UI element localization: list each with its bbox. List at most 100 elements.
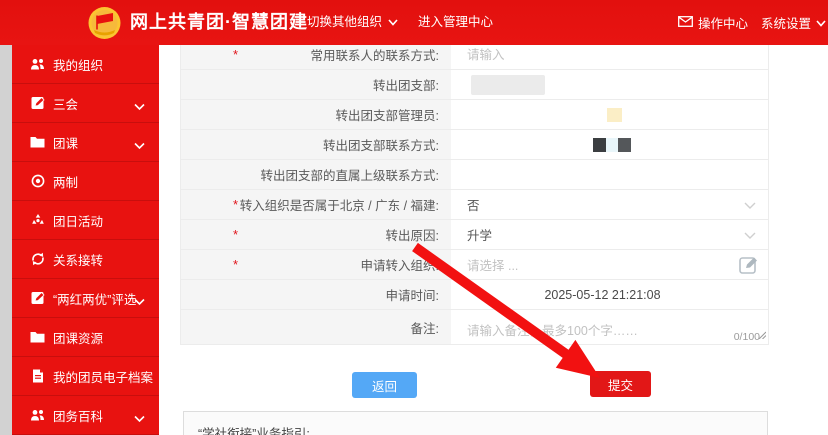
field-label-text: 转出原因: (386, 225, 439, 244)
chevron-down-icon (134, 293, 145, 311)
sidebar-item-class-resources[interactable]: 团课资源 (12, 318, 159, 357)
league-emblem-logo (84, 2, 125, 43)
sidebar-menu: 我的组织 三会 团课 两制 团日活动 关系接转 “两红两优”评选 (12, 45, 159, 435)
form-row-target-region: * 转入组织是否属于北京 / 广东 / 福建: 否 (181, 190, 768, 220)
business-guide-panel: “学社衔接”业务指引: (183, 411, 768, 435)
folder-icon (30, 330, 45, 345)
form-row-out-reason: * 转出原因: 升学 (181, 220, 768, 250)
guide-title: “学社衔接”业务指引: (198, 423, 753, 435)
compose-icon (30, 96, 45, 111)
enter-admin-label: 进入管理中心 (418, 15, 493, 29)
sidebar-item-relation-transfer[interactable]: 关系接转 (12, 240, 159, 279)
form-row-out-branch: 转出团支部: (181, 70, 768, 100)
chevron-down-icon (388, 0, 398, 45)
field-label: * 转出原因: (181, 220, 451, 249)
sidebar-item-label: 我的组织 (53, 55, 103, 74)
sidebar-item-label: 三会 (53, 94, 78, 113)
sidebar-item-member-archive[interactable]: 我的团员电子档案 (12, 357, 159, 396)
required-marker: * (233, 197, 238, 212)
resize-grip-icon[interactable] (758, 328, 766, 342)
recycle-icon (30, 213, 45, 228)
sidebar-item-three-meetings[interactable]: 三会 (12, 84, 159, 123)
switch-org-menu[interactable]: 切换其他组织 (307, 0, 398, 45)
field-label-text: 备注: (411, 318, 439, 337)
compose-icon (30, 291, 45, 306)
field-label-text: 申请转入组织: (361, 255, 439, 274)
users-icon (30, 408, 45, 423)
back-button[interactable]: 返回 (352, 372, 417, 398)
app-window: 网上共青团·智慧团建 切换其他组织 进入管理中心 操作中心 系统设置 帮助 (0, 0, 828, 435)
field-label: * 申请转入组织: (181, 250, 451, 279)
redacted-value-block (593, 138, 631, 152)
sidebar-item-label: 团课 (53, 133, 78, 152)
remark-textarea[interactable] (467, 314, 744, 340)
sidebar-item-league-day-activity[interactable]: 团日活动 (12, 201, 159, 240)
field-label-text: 转出团支部的直属上级联系方式: (261, 165, 439, 184)
form-row-remark: 备注: 0/100 (181, 310, 768, 344)
left-edge-strip (0, 45, 12, 435)
mail-icon (678, 16, 693, 30)
target-region-select[interactable]: 否 (451, 190, 768, 219)
sidebar-item-label: 团日活动 (53, 211, 103, 230)
form-row-apply-time: 申请时间: 2025-05-12 21:21:08 (181, 280, 768, 310)
switch-org-label: 切换其他组织 (307, 15, 382, 29)
enter-admin-link[interactable]: 进入管理中心 (418, 0, 493, 45)
sidebar-item-my-organization[interactable]: 我的组织 (12, 45, 159, 84)
users-icon (30, 57, 45, 72)
system-settings-label: 系统设置 (761, 13, 811, 32)
field-label: 转出团支部管理员: (181, 100, 451, 129)
required-marker: * (233, 227, 238, 242)
edit-icon[interactable] (738, 254, 760, 276)
sidebar-item-label: 关系接转 (53, 250, 103, 269)
field-label: 备注: (181, 310, 451, 344)
action-center-label: 操作中心 (698, 13, 748, 32)
chevron-down-icon (134, 410, 145, 428)
chevron-down-icon (744, 229, 756, 243)
field-label-text: 转出团支部管理员: (336, 105, 439, 124)
system-settings-menu[interactable]: 系统设置 (761, 13, 826, 32)
selected-value: 升学 (467, 225, 492, 244)
char-counter: 0/100 (734, 331, 760, 343)
field-label-text: 申请时间: (386, 285, 439, 304)
field-label: * 转入组织是否属于北京 / 广东 / 福建: (181, 190, 451, 219)
transfer-icon (30, 252, 45, 267)
chevron-down-icon (134, 98, 145, 116)
field-label-text: 转出团支部: (373, 75, 439, 94)
form-row-out-contact: 转出团支部联系方式: (181, 130, 768, 160)
sidebar-item-label: 团课资源 (53, 328, 103, 347)
submit-button[interactable]: 提交 (590, 371, 651, 397)
top-header: 网上共青团·智慧团建 切换其他组织 进入管理中心 操作中心 系统设置 帮助 (0, 0, 828, 45)
brand-title: 网上共青团·智慧团建 (130, 0, 308, 45)
sidebar-item-league-wiki[interactable]: 团务百科 (12, 396, 159, 435)
contact-input[interactable] (467, 48, 738, 62)
sidebar-item-league-class[interactable]: 团课 (12, 123, 159, 162)
field-label-text: 常用联系人的联系方式: (311, 45, 439, 64)
action-center-link[interactable]: 操作中心 (678, 13, 748, 32)
file-icon (30, 369, 45, 384)
out-reason-select[interactable]: 升学 (451, 220, 768, 249)
header-right-nav: 操作中心 系统设置 帮助 (678, 0, 828, 45)
redacted-value-block (607, 108, 622, 122)
sidebar-item-label: 团务百科 (53, 406, 103, 425)
folder-icon (30, 135, 45, 150)
field-label: 转出团支部的直属上级联系方式: (181, 160, 451, 189)
chevron-down-icon (134, 137, 145, 155)
sidebar-item-two-systems[interactable]: 两制 (12, 162, 159, 201)
apply-time-value: 2025-05-12 21:21:08 (467, 288, 768, 302)
field-label-text: 转入组织是否属于北京 / 广东 / 福建: (240, 195, 439, 214)
selected-value: 否 (467, 195, 480, 214)
form-row-apply-org: * 申请转入组织: 请选择 ... (181, 250, 768, 280)
field-label: 申请时间: (181, 280, 451, 309)
sidebar-item-label: 两制 (53, 172, 78, 191)
field-label: 转出团支部联系方式: (181, 130, 451, 159)
apply-org-placeholder: 请选择 ... (467, 255, 518, 274)
redacted-value-block (471, 75, 545, 95)
field-label: 转出团支部: (181, 70, 451, 99)
sidebar-item-two-red-two-excellent[interactable]: “两红两优”评选 (12, 279, 159, 318)
chevron-down-icon (816, 16, 826, 30)
required-marker: * (233, 47, 238, 62)
required-marker: * (233, 257, 238, 272)
chevron-down-icon (744, 199, 756, 213)
sidebar-item-label: 我的团员电子档案 (53, 367, 153, 386)
transfer-form: * 常用联系人的联系方式: 转出团支部: 转出团支部管理员: (180, 40, 769, 345)
